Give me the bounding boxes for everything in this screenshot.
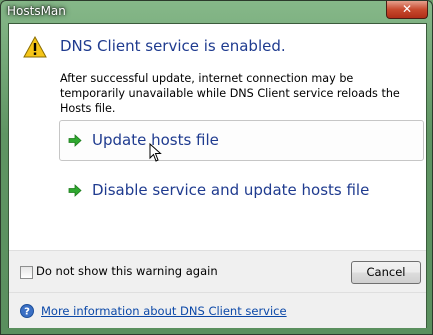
close-button[interactable]: ✕: [386, 1, 428, 19]
dialog-footer: Do not show this warning again Cancel ? …: [9, 250, 426, 328]
checkbox-label[interactable]: Do not show this warning again: [36, 264, 218, 278]
dont-show-checkbox[interactable]: [20, 266, 33, 279]
update-hosts-file-button[interactable]: Update hosts file: [59, 120, 424, 161]
warning-icon: [23, 36, 47, 58]
cancel-button[interactable]: Cancel: [351, 261, 421, 284]
dialog-content: DNS Client service is enabled. After suc…: [8, 23, 427, 328]
svg-text:?: ?: [24, 307, 30, 318]
title-bar[interactable]: HostsMan ✕: [1, 1, 432, 23]
command-label: Disable service and update hosts file: [92, 181, 370, 199]
disable-service-button[interactable]: Disable service and update hosts file: [59, 170, 424, 211]
dialog-window: HostsMan ✕ DNS Client service is enabled…: [0, 0, 433, 335]
description: After successful update, internet connec…: [60, 72, 400, 115]
green-arrow-icon: [68, 134, 82, 147]
more-info-link[interactable]: More information about DNS Client servic…: [41, 304, 287, 318]
help-icon: ?: [20, 304, 34, 318]
green-arrow-icon: [68, 184, 82, 197]
window-title: HostsMan: [7, 4, 66, 18]
headline: DNS Client service is enabled.: [60, 37, 286, 55]
mouse-cursor-icon: [149, 143, 162, 162]
footer-divider: [9, 292, 426, 293]
